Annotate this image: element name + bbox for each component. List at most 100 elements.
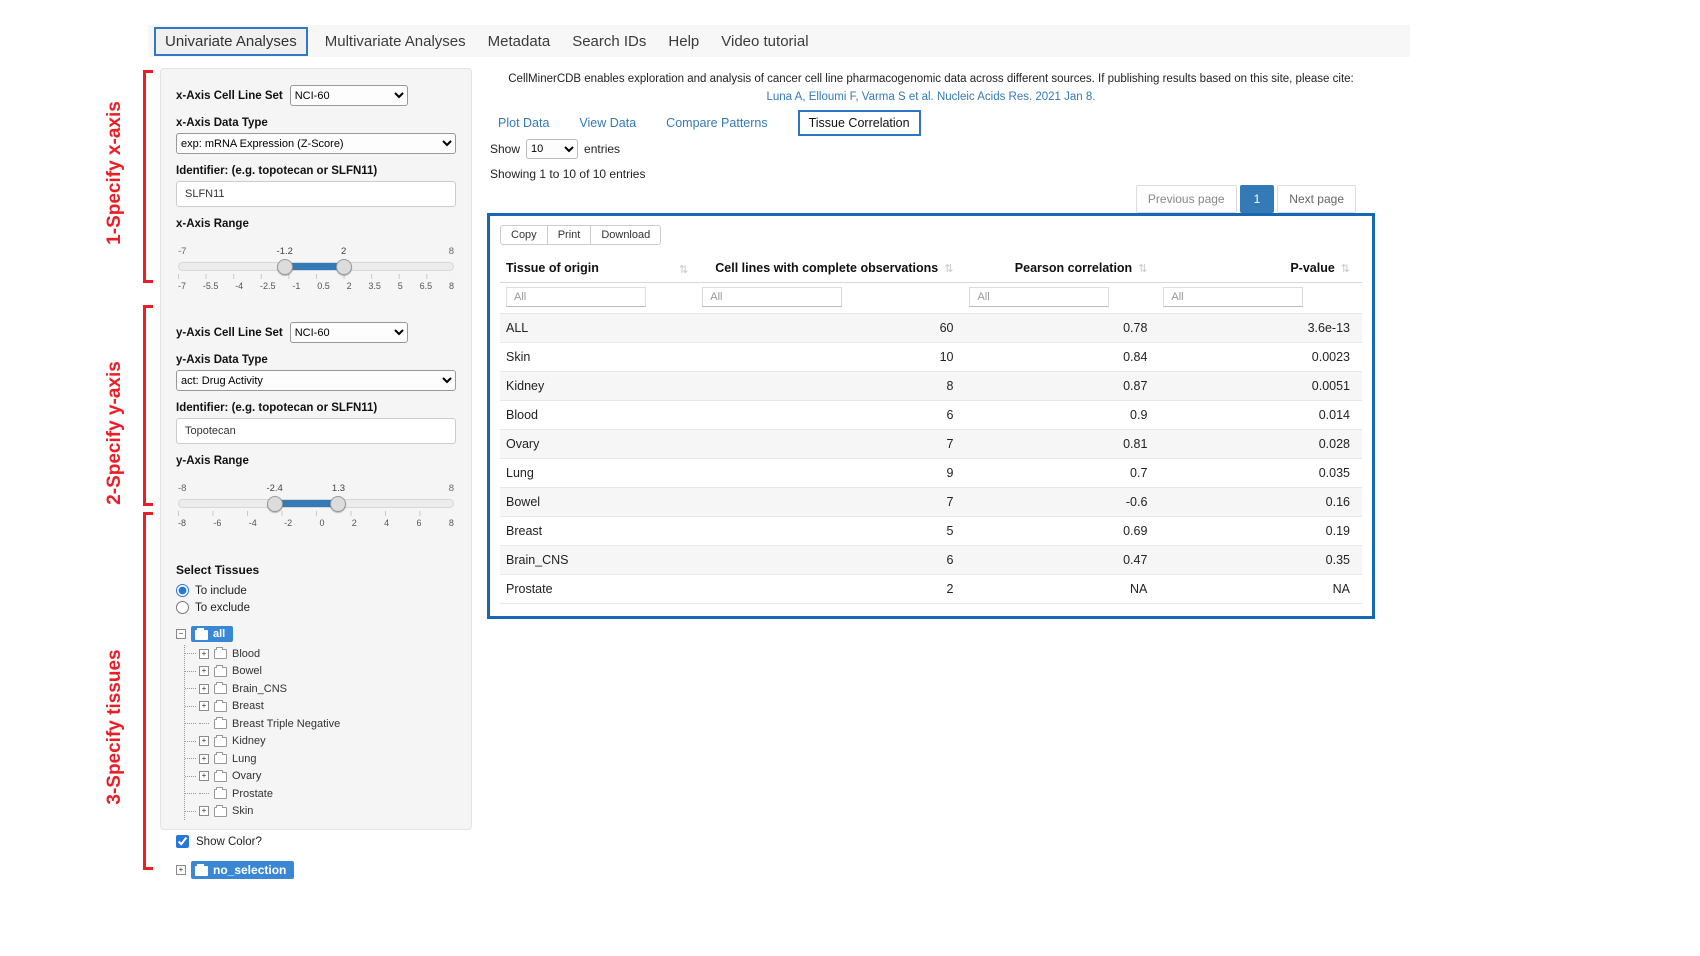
- copy-button[interactable]: Copy: [500, 225, 548, 245]
- x-range-slider[interactable]: -78-1.22-7-5.5-4-2.5-10.523.556.58: [178, 246, 454, 298]
- tree-connector: [199, 723, 209, 724]
- previous-page-button[interactable]: Previous page: [1136, 185, 1237, 213]
- table-row-prostate[interactable]: Prostate2NANA: [500, 575, 1362, 604]
- show-entries-row: Show 10 entries: [490, 139, 620, 159]
- tree-node-breast[interactable]: +Breast: [199, 698, 456, 716]
- tab-tissue-correlation[interactable]: Tissue Correlation: [798, 110, 921, 136]
- pvalue-cell: 3.6e-13: [1159, 314, 1362, 343]
- expand-icon[interactable]: +: [199, 701, 209, 711]
- tree-node-prostate[interactable]: Prostate: [199, 785, 456, 803]
- pearson-cell: 0.47: [965, 546, 1159, 575]
- nav-tab-univariate-analyses[interactable]: Univariate Analyses: [154, 27, 308, 56]
- download-button[interactable]: Download: [590, 225, 661, 245]
- x-data-type-select[interactable]: exp: mRNA Expression (Z-Score): [176, 133, 456, 154]
- tissue-cell: Skin: [500, 343, 698, 372]
- slider-track[interactable]: [178, 499, 454, 508]
- cell-lines-cell: 6: [698, 401, 965, 430]
- folder-icon: [214, 789, 227, 799]
- table-row-kidney[interactable]: Kidney80.870.0051: [500, 372, 1362, 401]
- tree-node-label: Bowel: [232, 665, 262, 677]
- tree-node-bowel[interactable]: + Bowel: [199, 663, 456, 681]
- expand-icon[interactable]: +: [199, 736, 209, 746]
- x-identifier-input[interactable]: [176, 181, 456, 207]
- pearson-cell: 0.81: [965, 430, 1159, 459]
- tree-node-lung[interactable]: +Lung: [199, 750, 456, 768]
- nav-tab-metadata[interactable]: Metadata: [477, 33, 562, 50]
- sort-icon[interactable]: ⇅: [679, 263, 688, 276]
- tree-node-blood[interactable]: +Blood: [199, 645, 456, 663]
- column-header-tissue-of-origin[interactable]: Tissue of origin⇅: [500, 254, 698, 283]
- tree-node-label: Prostate: [232, 788, 273, 800]
- exclude-radio[interactable]: [176, 601, 189, 614]
- nav-tab-help[interactable]: Help: [657, 33, 710, 50]
- tree-node-ovary[interactable]: +Ovary: [199, 768, 456, 786]
- include-option[interactable]: To include: [176, 584, 456, 597]
- table-row-skin[interactable]: Skin100.840.0023: [500, 343, 1362, 372]
- y-cell-line-set-select[interactable]: NCI-60: [290, 322, 408, 343]
- table-row-bowel[interactable]: Bowel7-0.60.16: [500, 488, 1362, 517]
- expand-icon[interactable]: +: [176, 865, 186, 875]
- folder-icon: [214, 807, 227, 817]
- tab-compare-patterns[interactable]: Compare Patterns: [666, 116, 767, 130]
- print-button[interactable]: Print: [547, 225, 592, 245]
- tree-connector: [199, 793, 209, 794]
- expand-icon[interactable]: +: [199, 806, 209, 816]
- range-min-label: -7: [178, 246, 186, 257]
- nav-tab-search-ids[interactable]: Search IDs: [561, 33, 657, 50]
- tree-node-breast-triple-negative[interactable]: Breast Triple Negative: [199, 715, 456, 733]
- sort-icon[interactable]: ⇅: [1138, 263, 1147, 275]
- tree-node-all[interactable]: all: [191, 626, 233, 642]
- column-header-cell-lines-with-complete-observations[interactable]: Cell lines with complete observations⇅: [698, 254, 965, 283]
- collapse-icon[interactable]: −: [176, 629, 186, 639]
- sort-icon[interactable]: ⇅: [1341, 263, 1350, 275]
- entries-select[interactable]: 10: [526, 139, 578, 159]
- table-row-blood[interactable]: Blood60.90.014: [500, 401, 1362, 430]
- filter-input-p-value[interactable]: [1163, 287, 1303, 307]
- column-header-p-value[interactable]: P-value⇅: [1159, 254, 1362, 283]
- slider-low-handle[interactable]: [267, 496, 283, 512]
- table-row-ovary[interactable]: Ovary70.810.028: [500, 430, 1362, 459]
- filter-input-pearson-correlation[interactable]: [969, 287, 1109, 307]
- table-row-breast[interactable]: Breast50.690.19: [500, 517, 1362, 546]
- expand-icon[interactable]: +: [199, 754, 209, 764]
- filter-input-cell-lines-with-complete-observations[interactable]: [702, 287, 842, 307]
- citation-link[interactable]: Luna A, Elloumi F, Varma S et al. Nuclei…: [487, 91, 1375, 103]
- slider-track[interactable]: [178, 262, 454, 271]
- next-page-button[interactable]: Next page: [1277, 185, 1356, 213]
- table-row-lung[interactable]: Lung90.70.035: [500, 459, 1362, 488]
- slider-low-handle[interactable]: [277, 259, 293, 275]
- pearson-cell: 0.87: [965, 372, 1159, 401]
- slider-high-handle[interactable]: [330, 496, 346, 512]
- pearson-cell: 0.9: [965, 401, 1159, 430]
- table-row-all[interactable]: ALL600.783.6e-13: [500, 314, 1362, 343]
- tree-node-skin[interactable]: +Skin: [199, 803, 456, 821]
- y-data-type-select[interactable]: act: Drug Activity: [176, 370, 456, 391]
- expand-icon[interactable]: +: [199, 684, 209, 694]
- tree-node-brain-cns[interactable]: +Brain_CNS: [199, 680, 456, 698]
- nav-tab-multivariate-analyses[interactable]: Multivariate Analyses: [314, 33, 477, 50]
- tree-node-kidney[interactable]: +Kidney: [199, 733, 456, 751]
- show-label: Show: [490, 142, 520, 156]
- tree-node-no-selection[interactable]: no_selection: [191, 861, 294, 879]
- column-header-pearson-correlation[interactable]: Pearson correlation⇅: [965, 254, 1159, 283]
- include-radio[interactable]: [176, 584, 189, 597]
- tab-view-data[interactable]: View Data: [579, 116, 636, 130]
- tab-plot-data[interactable]: Plot Data: [498, 116, 549, 130]
- tissue-cell: Breast: [500, 517, 698, 546]
- y-identifier-input[interactable]: [176, 418, 456, 444]
- slider-high-handle[interactable]: [336, 259, 352, 275]
- table-row-brain-cns[interactable]: Brain_CNS60.470.35: [500, 546, 1362, 575]
- select-tissues-title: Select Tissues: [176, 563, 456, 577]
- x-cell-line-set-select[interactable]: NCI-60: [290, 85, 408, 106]
- page-1-button[interactable]: 1: [1240, 185, 1275, 213]
- sort-icon[interactable]: ⇅: [944, 263, 953, 275]
- show-color-checkbox[interactable]: [176, 835, 189, 848]
- nav-tab-video-tutorial[interactable]: Video tutorial: [710, 33, 819, 50]
- show-color-row[interactable]: Show Color?: [176, 835, 456, 848]
- exclude-option[interactable]: To exclude: [176, 601, 456, 614]
- y-range-slider[interactable]: -88-2.41.3-8-6-4-202468: [178, 483, 454, 535]
- expand-icon[interactable]: +: [199, 771, 209, 781]
- expand-icon[interactable]: +: [199, 649, 209, 659]
- filter-input-tissue-of-origin[interactable]: [506, 287, 646, 307]
- expand-icon[interactable]: +: [199, 666, 209, 676]
